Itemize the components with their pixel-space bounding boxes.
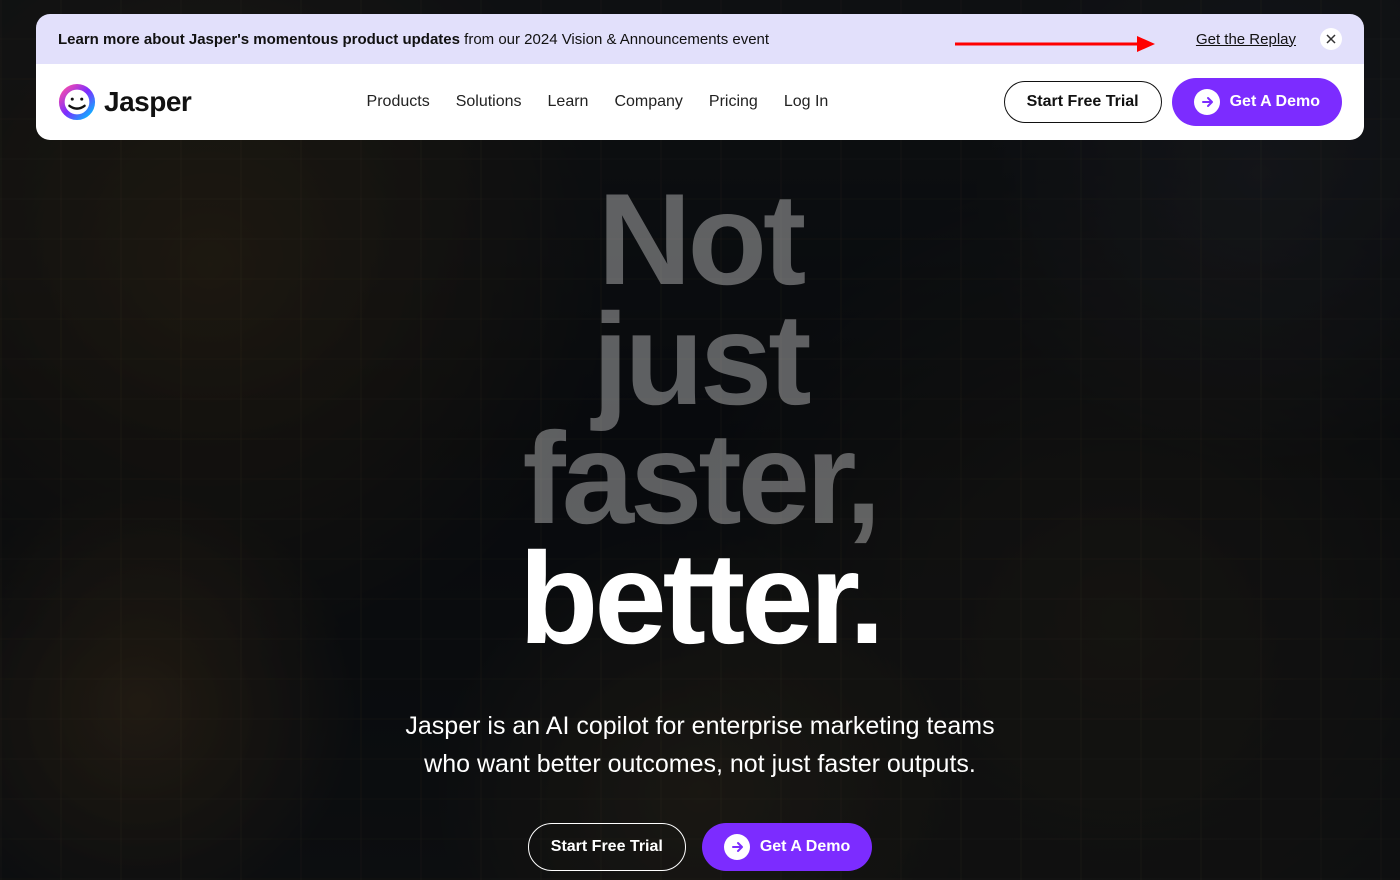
arrow-right-icon (1194, 89, 1220, 115)
hero-start-free-trial-button[interactable]: Start Free Trial (528, 823, 686, 871)
nav-link-solutions[interactable]: Solutions (456, 93, 522, 111)
jasper-logo-icon (58, 83, 96, 121)
hero-sub-line-1: Jasper is an AI copilot for enterprise m… (0, 708, 1400, 746)
announcement-banner: Learn more about Jasper's momentous prod… (36, 14, 1364, 64)
nav-link-company[interactable]: Company (614, 93, 682, 111)
hero-get-a-demo-label: Get A Demo (760, 838, 850, 856)
close-icon (1326, 34, 1336, 44)
hero-subheading: Jasper is an AI copilot for enterprise m… (0, 708, 1400, 783)
brand-logo[interactable]: Jasper (58, 83, 191, 121)
hero-get-a-demo-button[interactable]: Get A Demo (702, 823, 872, 871)
start-free-trial-button[interactable]: Start Free Trial (1004, 81, 1162, 123)
navbar: Jasper Products Solutions Learn Company … (36, 64, 1364, 140)
hero-line-3: faster, (0, 419, 1400, 539)
nav-cta-group: Start Free Trial Get A Demo (1004, 78, 1342, 126)
get-a-demo-button[interactable]: Get A Demo (1172, 78, 1342, 126)
hero-sub-line-2: who want better outcomes, not just faste… (0, 746, 1400, 784)
get-a-demo-label: Get A Demo (1230, 93, 1320, 111)
announcement-rest: from our 2024 Vision & Announcements eve… (460, 31, 769, 48)
hero-line-2: just (0, 300, 1400, 420)
announcement-bold: Learn more about Jasper's momentous prod… (58, 31, 460, 48)
hero-headline: Not just faster, better. (0, 180, 1400, 658)
nav-link-login[interactable]: Log In (784, 93, 828, 111)
nav-links: Products Solutions Learn Company Pricing… (367, 93, 829, 111)
brand-name: Jasper (104, 86, 191, 118)
nav-link-learn[interactable]: Learn (548, 93, 589, 111)
hero-line-4: better. (0, 539, 1400, 659)
announcement-close-button[interactable] (1320, 28, 1342, 50)
nav-link-pricing[interactable]: Pricing (709, 93, 758, 111)
announcement-text: Learn more about Jasper's momentous prod… (58, 31, 1196, 48)
nav-link-products[interactable]: Products (367, 93, 430, 111)
arrow-right-icon (724, 834, 750, 860)
hero-line-1: Not (0, 180, 1400, 300)
hero-cta-group: Start Free Trial Get A Demo (0, 823, 1400, 871)
hero-section: Not just faster, better. Jasper is an AI… (0, 180, 1400, 871)
announcement-cta-link[interactable]: Get the Replay (1196, 31, 1296, 48)
